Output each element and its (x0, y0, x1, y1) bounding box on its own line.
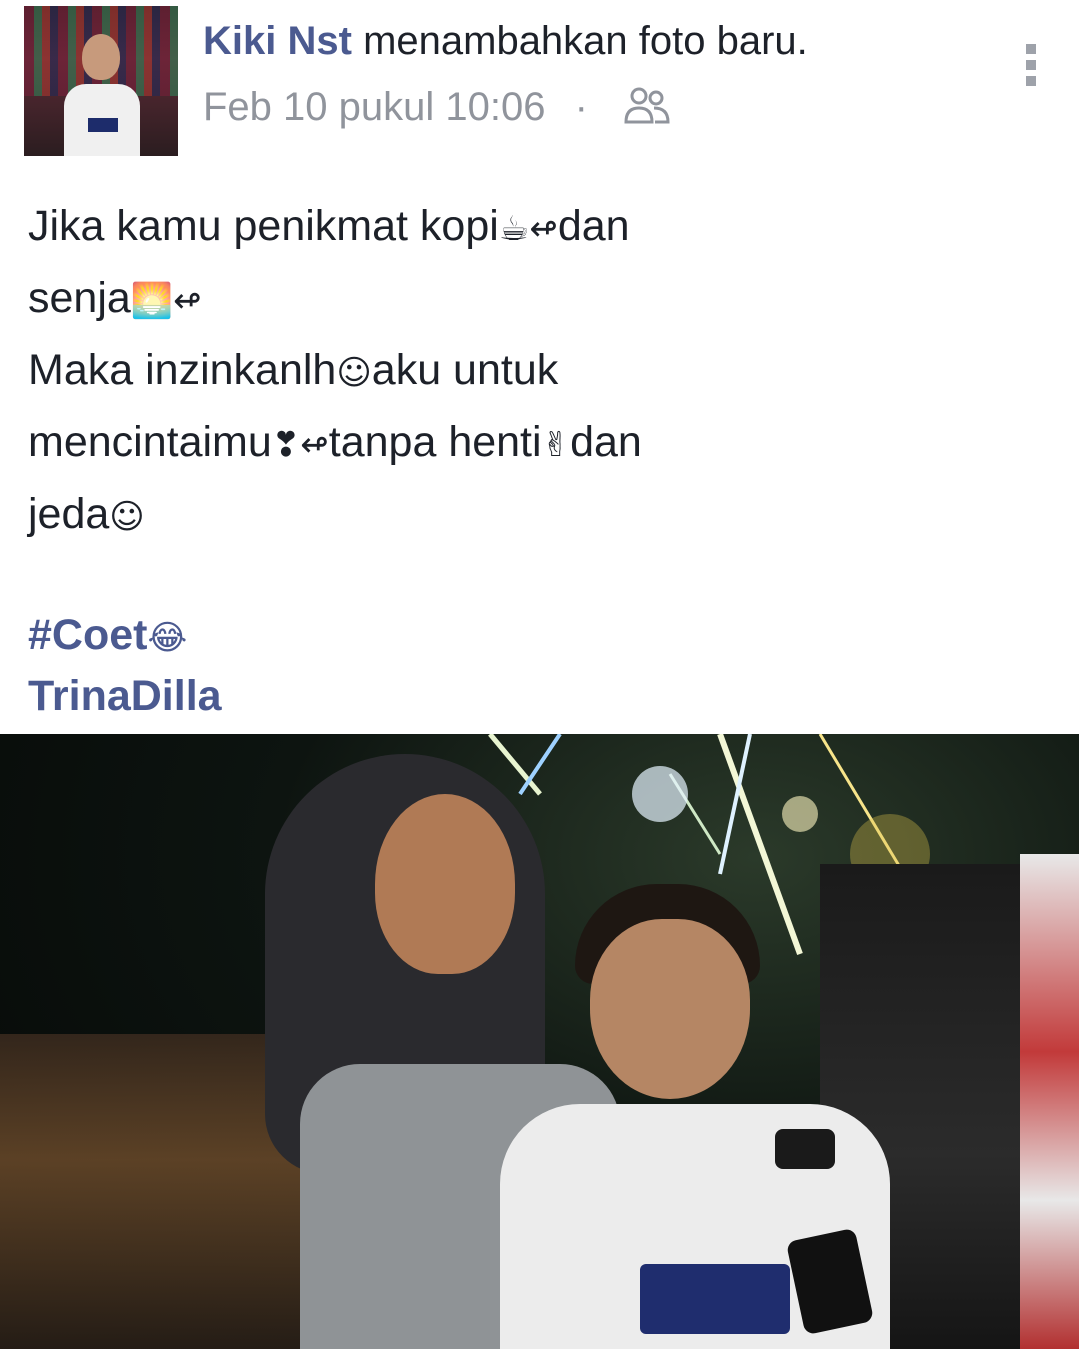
avatar-shirt-logo (88, 118, 118, 132)
tagged-person-link[interactable]: TrinaDilla (28, 672, 222, 720)
arrow-left-icon: ↫ (173, 281, 202, 321)
post-photo[interactable] (0, 734, 1079, 1349)
post-tags: #Coet😂 TrinaDilla (28, 606, 222, 725)
background-crowd (0, 1034, 300, 1349)
message-line: Jika kamu penikmat kopi☕↫dan (28, 202, 630, 250)
sunset-icon: 🌅 (130, 281, 174, 321)
message-line: Maka inzinkanlh☺aku untuk (28, 346, 559, 394)
avatar-head (82, 34, 120, 80)
message-line: jeda☺ (28, 490, 145, 538)
coffee-icon: ☕ (498, 209, 530, 249)
laughing-icon: 😂 (147, 618, 188, 658)
wristwatch (775, 1129, 835, 1169)
post-header: Kiki Nst menambahkan foto baru. (203, 18, 808, 64)
message-line: mencintaimu❣↫tanpa henti✌dan (28, 418, 642, 466)
post-message: Jika kamu penikmat kopi☕↫dan senja🌅↫ Mak… (28, 192, 1058, 552)
girl-face (375, 794, 515, 974)
heart-icon: ❣ (271, 425, 301, 465)
victory-hand-icon: ✌ (541, 425, 571, 465)
background-banner (1020, 854, 1079, 1349)
boy-shirt-logo (640, 1264, 790, 1334)
hashtag-link[interactable]: #Coet (28, 611, 147, 659)
post-timestamp[interactable]: Feb 10 pukul 10:06 (203, 85, 545, 129)
message-line: senja🌅↫ (28, 274, 202, 322)
meta-separator: · (574, 85, 588, 129)
arrow-left-icon: ↫ (529, 209, 558, 249)
arrow-left-icon: ↫ (300, 425, 329, 465)
smile-icon: ☺ (109, 497, 145, 537)
author-avatar[interactable] (24, 6, 178, 156)
boy-face (590, 919, 750, 1099)
author-name[interactable]: Kiki Nst (203, 19, 352, 63)
more-vertical-icon[interactable] (1024, 44, 1038, 94)
post-meta: Feb 10 pukul 10:06 · (203, 84, 671, 136)
post-action: menambahkan foto baru. (363, 19, 808, 63)
smile-icon: ☺ (336, 353, 372, 393)
friends-icon[interactable] (623, 86, 671, 136)
